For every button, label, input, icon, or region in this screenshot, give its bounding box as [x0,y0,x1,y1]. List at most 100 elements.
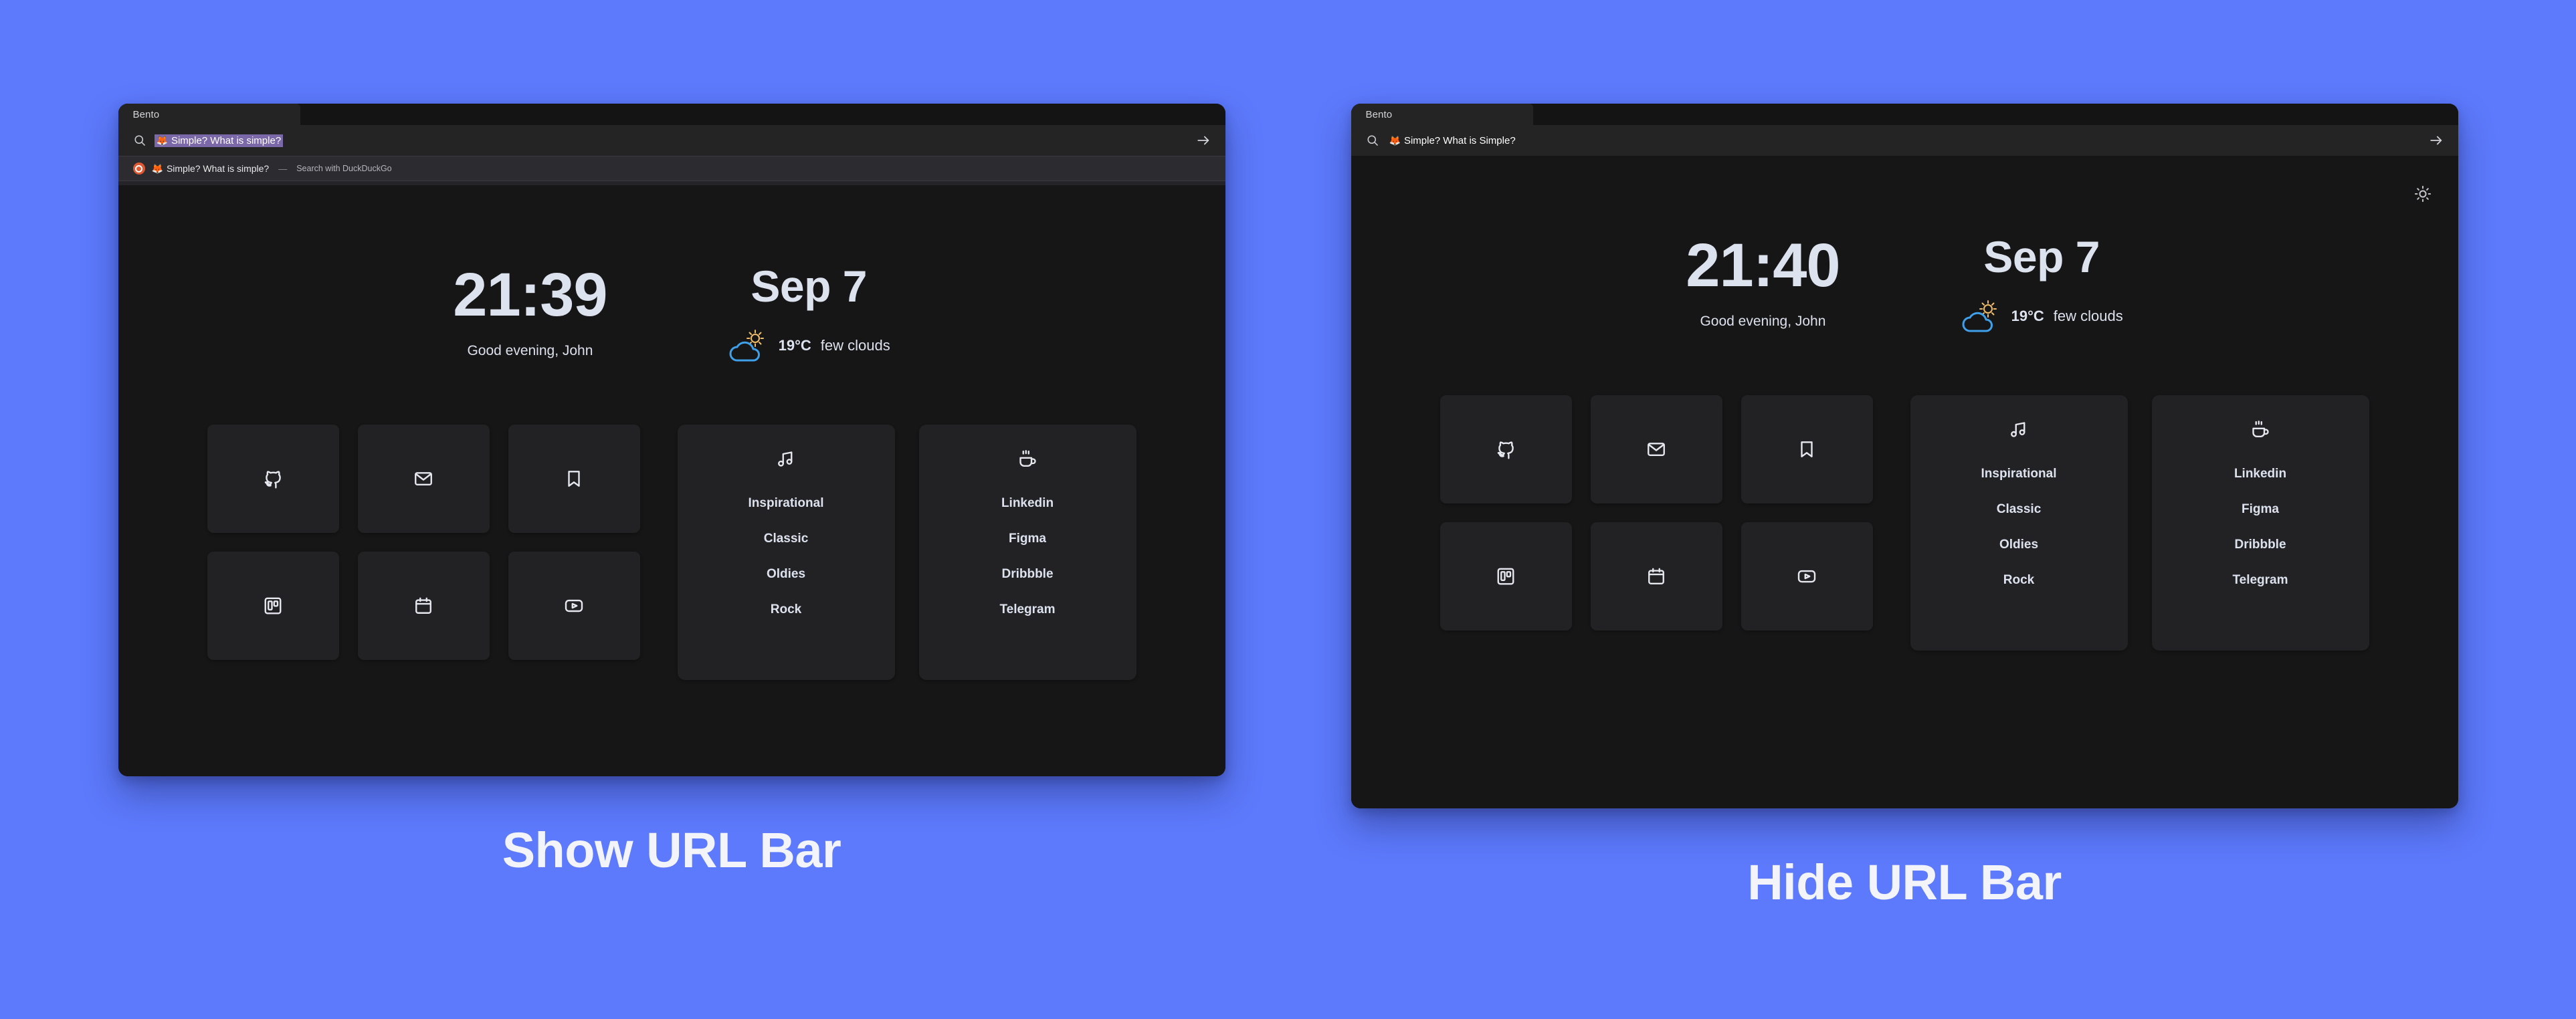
tile-mail[interactable] [357,425,490,533]
github-icon [1497,441,1514,459]
list-item[interactable]: Telegram [2232,574,2288,586]
dashboard-page: 21:40 Good evening, John Sep 7 19°C few … [1351,156,2458,808]
search-icon [134,135,145,146]
date-weather-block: Sep 7 19°C few clouds [1961,235,2123,334]
bookmark-icon [1801,441,1813,457]
youtube-icon [1797,570,1816,583]
browser-tab-bento[interactable]: Bento [1351,104,1533,125]
suggestion-action: Search with DuckDuckGo [296,164,392,173]
arrow-right-icon[interactable] [2429,133,2444,148]
coffee-cup-icon [1019,450,1036,467]
list-cards: Inspirational Classic Oldies Rock Linked… [1910,395,2369,651]
weather-condition: few clouds [2053,308,2123,324]
list-item[interactable]: Rock [2003,574,2034,586]
tile-mail[interactable] [1590,395,1722,503]
tab-label: Bento [1365,108,1393,120]
url-input-value: Simple? What is simple? [171,134,282,146]
panel-caption: Show URL Bar [502,822,841,878]
tile-youtube[interactable] [1741,522,1873,631]
list-item[interactable]: Dribbble [1001,568,1053,580]
greeting: Good evening, John [467,343,593,358]
tile-bookmark[interactable] [508,425,640,533]
shortcut-grid: Inspirational Classic Oldies Rock Linked… [1351,395,2458,651]
calendar-icon [1648,568,1664,584]
tab-label: Bento [132,108,160,120]
tile-github[interactable] [1440,395,1572,503]
clock: 21:39 [453,261,607,329]
search-icon [1367,135,1378,146]
weather-condition: few clouds [820,337,890,354]
music-note-icon [778,451,793,467]
url-input[interactable]: 🦊 Simple? What is Simple? [1387,134,1518,147]
tile-trello[interactable] [1440,522,1572,631]
list-item[interactable]: Classic [764,532,809,545]
url-bar[interactable]: 🦊 Simple? What is Simple? [1351,125,2458,156]
panel-show-url-bar: Bento 🦊 Simple? What is simple? 🦊 Simple… [118,104,1225,875]
url-input[interactable]: 🦊 Simple? What is simple? [154,134,284,147]
list-cards: Inspirational Classic Oldies Rock Linked… [677,425,1136,680]
list-item[interactable]: Classic [1997,503,2042,516]
card-music: Inspirational Classic Oldies Rock [1910,395,2128,651]
tile-youtube[interactable] [508,552,640,660]
bookmark-icon [568,471,580,487]
mail-icon [415,472,432,485]
clock-block: 21:40 Good evening, John [1686,235,1840,330]
calendar-icon [415,597,431,614]
list-item[interactable]: Telegram [999,603,1055,616]
duckduckgo-icon [132,162,145,175]
list-item[interactable]: Inspirational [1981,467,2057,480]
list-item[interactable]: Linkedin [1001,497,1054,509]
browser-window: Bento 🦊 Simple? What is Simple? 21:40 Go… [1351,104,2458,808]
clock: 21:40 [1686,231,1840,300]
list-item[interactable]: Dribbble [2234,538,2286,551]
music-note-icon [2011,422,2025,437]
github-icon [264,471,281,489]
hero-section: 21:40 Good evening, John Sep 7 19°C few … [1351,156,2458,334]
date: Sep 7 [1983,232,2100,281]
mail-icon [1648,443,1665,456]
youtube-icon [565,599,583,612]
icon-tiles [207,425,640,660]
comparison-stage: Bento 🦊 Simple? What is simple? 🦊 Simple… [0,0,2576,1019]
shortcut-grid: Inspirational Classic Oldies Rock Linked… [118,425,1225,680]
browser-window: Bento 🦊 Simple? What is simple? 🦊 Simple… [118,104,1225,776]
coffee-cup-icon [2252,421,2269,437]
date-weather-block: Sep 7 19°C few clouds [728,264,890,363]
trello-icon [264,597,282,614]
tile-calendar[interactable] [1590,522,1722,631]
list-item[interactable]: Figma [2242,503,2279,516]
panel-hide-url-bar: Bento 🦊 Simple? What is Simple? 21:40 Go… [1351,104,2458,907]
tile-bookmark[interactable] [1741,395,1873,503]
greeting: Good evening, John [1700,314,1826,329]
weather-widget: 19°C few clouds [728,328,890,363]
list-item[interactable]: Linkedin [2234,467,2286,480]
url-bar[interactable]: 🦊 Simple? What is simple? [118,125,1225,156]
weather-temperature: 19°C [2011,308,2044,324]
list-item[interactable]: Oldies [767,568,805,580]
list-item[interactable]: Inspirational [749,497,824,509]
browser-tab-bento[interactable]: Bento [118,104,300,125]
weather-temperature: 19°C [778,337,811,354]
url-input-value: Simple? What is Simple? [1403,134,1516,146]
tab-strip: Bento [118,104,1225,125]
date: Sep 7 [751,261,867,311]
arrow-right-icon[interactable] [1196,133,1211,148]
card-music: Inspirational Classic Oldies Rock [677,425,895,680]
list-item[interactable]: Figma [1009,532,1046,545]
sun-behind-cloud-icon [1962,300,1997,332]
list-item[interactable]: Oldies [1999,538,2038,551]
card-links: Linkedin Figma Dribbble Telegram [2151,395,2369,651]
tile-github[interactable] [207,425,339,533]
dashboard-page: 21:39 Good evening, John Sep 7 19°C few … [118,185,1225,776]
panel-caption: Hide URL Bar [1747,855,2062,910]
trello-icon [1497,568,1514,585]
url-suggestion-row[interactable]: 🦊 Simple? What is simple? — Search with … [118,156,1225,181]
tab-strip: Bento [1351,104,2458,125]
tile-trello[interactable] [207,552,339,660]
list-item[interactable]: Rock [771,603,801,616]
icon-tiles [1440,395,1873,631]
tile-calendar[interactable] [357,552,490,660]
sun-behind-cloud-icon [729,330,764,362]
sun-icon[interactable] [2414,185,2432,203]
weather-widget: 19°C few clouds [1961,299,2123,334]
